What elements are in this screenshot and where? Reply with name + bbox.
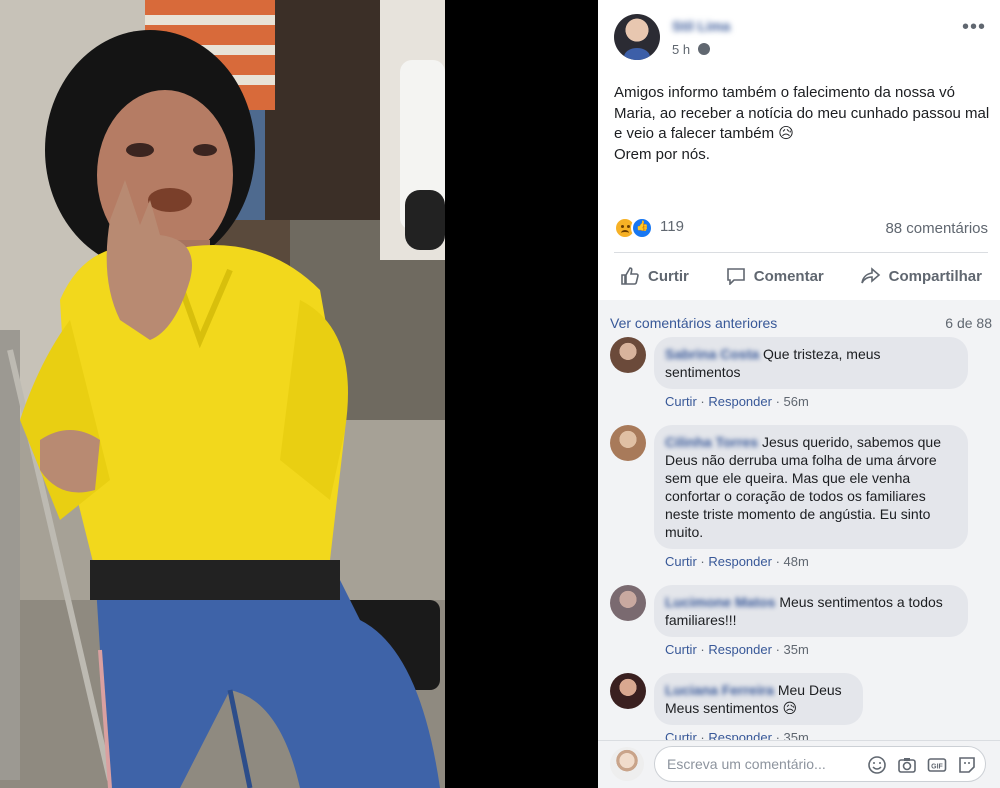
comment-like-link[interactable]: Curtir <box>665 730 697 740</box>
commenter-avatar[interactable] <box>610 425 646 461</box>
camera-icon[interactable] <box>897 755 917 775</box>
comment-like-link[interactable]: Curtir <box>665 554 697 569</box>
post-meta: 5 h <box>672 42 710 57</box>
comment-label: Comentar <box>753 267 824 285</box>
comment-bubble: Sabrina Costa Que tristeza, meus sentime… <box>654 337 968 389</box>
composer-icons: GIF <box>867 755 977 775</box>
reaction-icons[interactable] <box>614 216 658 240</box>
post-photo[interactable] <box>0 0 445 788</box>
photo-viewer <box>0 0 598 788</box>
comment-bubble: Luciana Ferreira Meu Deus Meus sentiment… <box>654 673 863 725</box>
gif-icon[interactable]: GIF <box>927 755 947 775</box>
comment-reply-link[interactable]: Responder <box>708 554 772 569</box>
comment-time[interactable]: 56m <box>784 394 809 409</box>
share-label: Compartilhar <box>888 267 982 285</box>
post-text-line: Orem por nós. <box>614 145 710 163</box>
post-text: Amigos informo também o falecimento da n… <box>614 83 994 165</box>
author-name[interactable]: Stil Lima <box>672 18 730 34</box>
post-panel: Stil Lima 5 h ••• Amigos informo também … <box>598 0 1000 788</box>
comment-bubble: Cilinha Torres Jesus querido, sabemos qu… <box>654 425 968 549</box>
viewer-background <box>445 0 598 788</box>
comment-input-placeholder: Escreva um comentário... <box>667 756 826 772</box>
post-header: Stil Lima 5 h ••• <box>614 14 990 64</box>
comment-meta: Curtir · Responder · 48m <box>665 554 809 569</box>
comment-bubble: Lucimone Matos Meus sentimentos a todos … <box>654 585 968 637</box>
comments-section: Ver comentários anteriores 6 de 88 Sabri… <box>598 300 1000 740</box>
comment-icon <box>726 268 745 285</box>
comment-composer: Escreva um comentário... GIF <box>598 740 1000 788</box>
comments-count: 6 de 88 <box>945 315 992 331</box>
commenter-avatar[interactable] <box>610 337 646 373</box>
comment-input[interactable]: Escreva um comentário... GIF <box>654 746 986 782</box>
comment-like-link[interactable]: Curtir <box>665 642 697 657</box>
divider <box>614 252 988 253</box>
share-button[interactable]: Compartilhar <box>855 256 988 296</box>
post-actions: Curtir Comentar Compartilhar <box>614 256 988 296</box>
globe-icon <box>697 43 710 55</box>
like-button[interactable]: Curtir <box>614 256 695 296</box>
comment-meta: Curtir · Responder · 35m <box>665 642 809 657</box>
comment-reply-link[interactable]: Responder <box>708 642 772 657</box>
commenter-name[interactable]: Sabrina Costa <box>665 346 759 362</box>
like-label: Curtir <box>648 267 689 285</box>
commenter-avatar[interactable] <box>610 673 646 709</box>
thumbs-up-icon <box>621 267 639 285</box>
commenter-name[interactable]: Luciana Ferreira <box>665 682 774 698</box>
comment-like-link[interactable]: Curtir <box>665 394 697 409</box>
comment-count[interactable]: 88 comentários <box>885 220 988 237</box>
comment-button[interactable]: Comentar <box>720 256 830 296</box>
comment-meta: Curtir · Responder · 56m <box>665 394 809 409</box>
more-options-icon[interactable]: ••• <box>962 16 986 39</box>
comment-time[interactable]: 35m <box>784 642 809 657</box>
post-text-line: Amigos informo também o falecimento da n… <box>614 84 990 142</box>
commenter-avatar[interactable] <box>610 585 646 621</box>
post-time[interactable]: 5 h <box>672 42 690 57</box>
current-user-avatar[interactable] <box>610 747 644 781</box>
commenter-name[interactable]: Cilinha Torres <box>665 434 758 450</box>
comment-time[interactable]: 35m <box>784 730 809 740</box>
photo-illustration <box>0 0 445 788</box>
emoji-icon[interactable] <box>867 755 887 775</box>
reactions-bar: 119 88 comentários <box>614 216 988 240</box>
like-reaction-icon <box>631 217 653 239</box>
author-avatar[interactable] <box>614 14 660 60</box>
share-icon <box>860 267 880 284</box>
svg-text:GIF: GIF <box>931 764 943 771</box>
comment-reply-link[interactable]: Responder <box>708 730 772 740</box>
reaction-count[interactable]: 119 <box>660 218 684 235</box>
comment-reply-link[interactable]: Responder <box>708 394 772 409</box>
sticker-icon[interactable] <box>957 755 977 775</box>
comment-meta: Curtir · Responder · 35m <box>665 730 809 740</box>
comment-time[interactable]: 48m <box>784 554 809 569</box>
view-previous-comments-link[interactable]: Ver comentários anteriores <box>610 315 777 331</box>
commenter-name[interactable]: Lucimone Matos <box>665 594 775 610</box>
